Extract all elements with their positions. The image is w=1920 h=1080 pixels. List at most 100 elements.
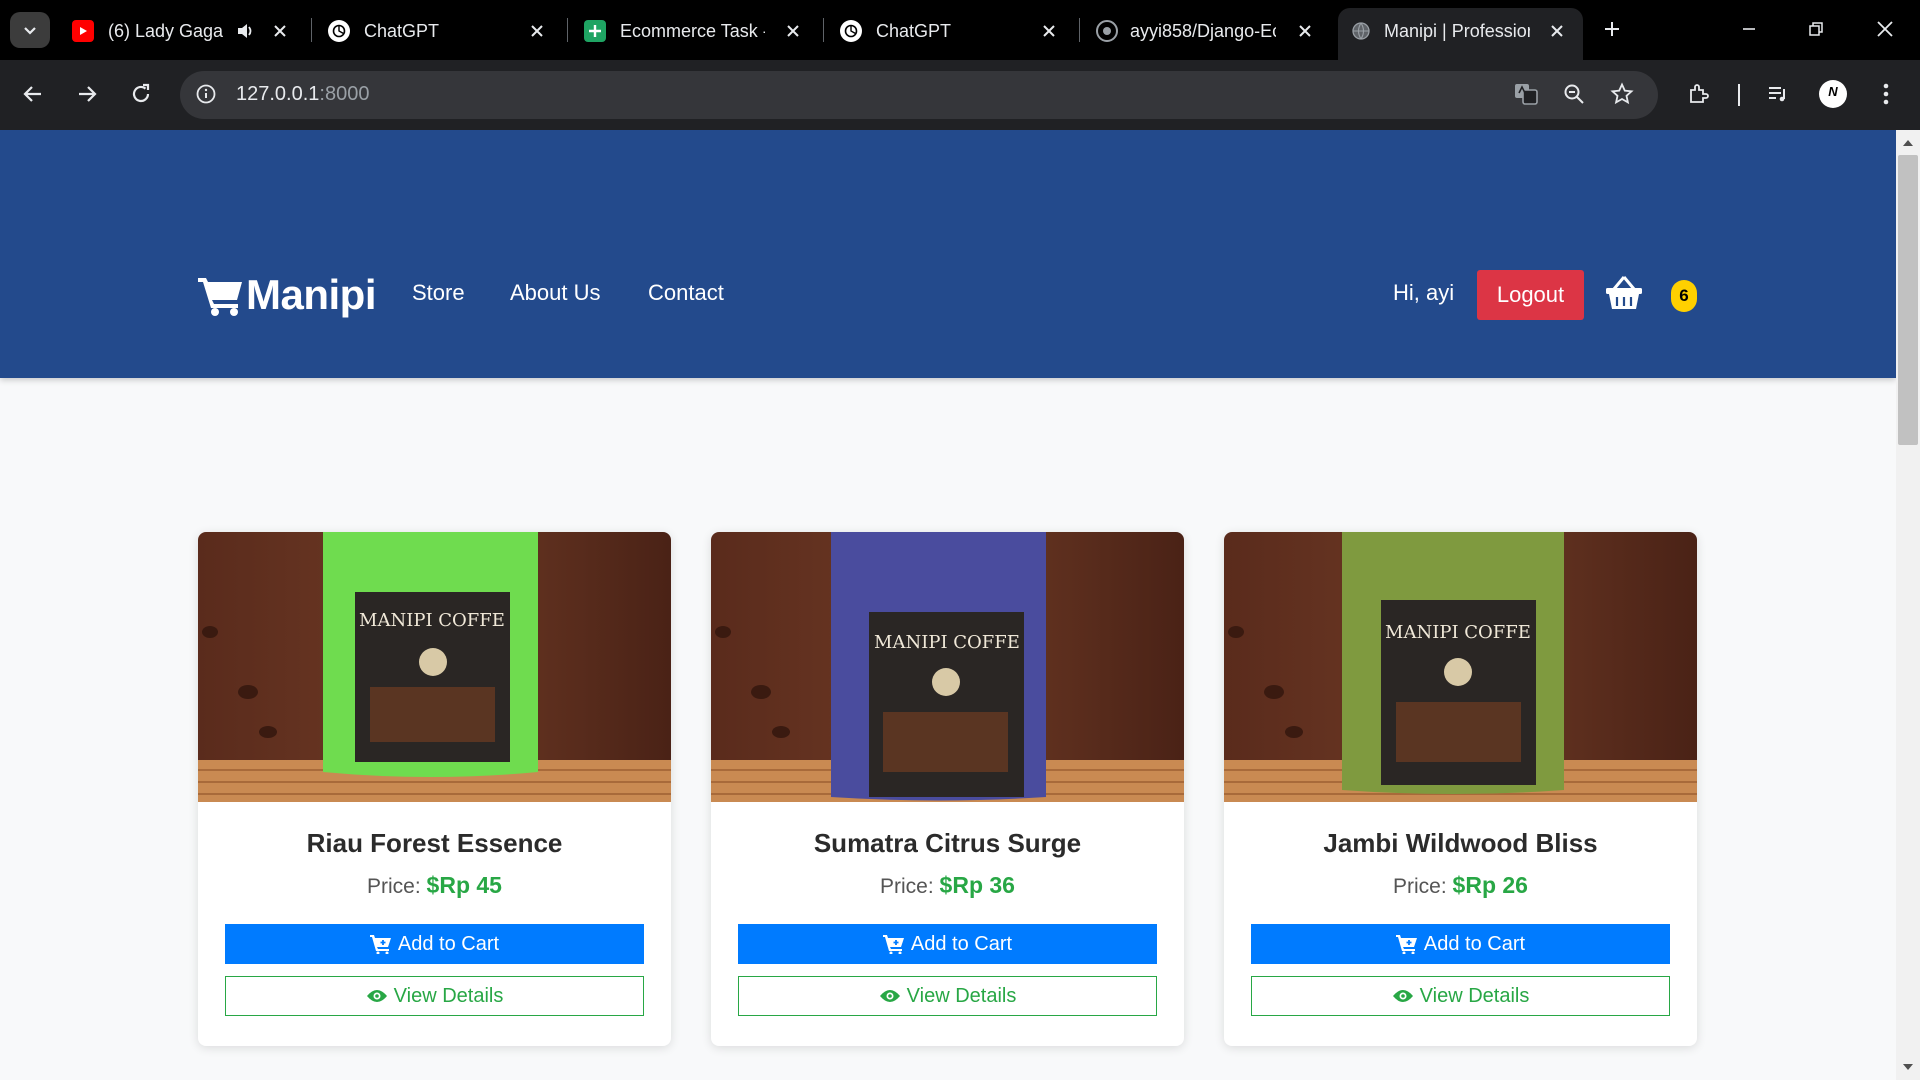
price-label: Price:: [1393, 875, 1447, 898]
price-amount: $Rp 45: [426, 872, 502, 898]
nav-store[interactable]: Store: [412, 280, 465, 306]
site-logo[interactable]: Manipi: [198, 270, 377, 320]
cart-plus-icon: [369, 935, 391, 954]
tab-search-button[interactable]: [10, 12, 50, 48]
button-label: View Details: [393, 984, 504, 1007]
logout-button[interactable]: Logout: [1477, 270, 1584, 320]
translate-icon[interactable]: [1510, 78, 1542, 110]
product-image[interactable]: MANIPI COFFE: [711, 532, 1184, 802]
close-icon: [1877, 21, 1893, 37]
button-label: Add to Cart: [397, 932, 500, 955]
basket-icon[interactable]: [1605, 275, 1643, 311]
restore-icon: [1809, 22, 1823, 36]
back-button[interactable]: [17, 78, 49, 110]
user-greeting: Hi, ayi: [1393, 280, 1455, 305]
reload-icon: [132, 83, 150, 103]
tab-github[interactable]: ayyi858/Django-Ec: [1086, 10, 1331, 52]
view-details-button[interactable]: View Details: [1251, 976, 1670, 1016]
menu-button[interactable]: [1870, 78, 1902, 110]
add-to-cart-button[interactable]: Add to Cart: [225, 924, 644, 964]
add-to-cart-button[interactable]: Add to Cart: [738, 924, 1157, 964]
tab-separator: [1079, 18, 1080, 42]
close-icon[interactable]: [1292, 18, 1318, 44]
tab-title: ChatGPT: [364, 21, 440, 41]
speaker-icon[interactable]: [234, 20, 256, 42]
button-label: Add to Cart: [1423, 932, 1526, 955]
tab-ecommerce-task[interactable]: Ecommerce Task -: [574, 10, 819, 52]
more-vert-icon: [1883, 83, 1889, 105]
view-details-button[interactable]: View Details: [225, 976, 644, 1016]
product-price: Price: $Rp 26: [1224, 872, 1697, 899]
browser-tab-bar: (6) Lady Gaga, ChatGPT Ecommerce Task -: [0, 0, 1920, 60]
url-host: 127.0.0.1: [236, 83, 320, 105]
scrollbar-thumb[interactable]: [1898, 155, 1918, 445]
price-label: Price:: [367, 875, 421, 898]
nav-about-us[interactable]: About Us: [510, 280, 601, 306]
profile-avatar[interactable]: N: [1817, 78, 1849, 110]
price-amount: $Rp 26: [1452, 872, 1528, 898]
page-viewport: Manipi Store About Us Contact Hi, ayi Lo…: [0, 130, 1896, 1080]
zoom-icon[interactable]: [1558, 78, 1590, 110]
tab-separator: [823, 18, 824, 42]
new-tab-button[interactable]: [1597, 14, 1627, 44]
bag-label: MANIPI COFFE: [359, 610, 505, 631]
tab-title: (6) Lady Gaga,: [108, 21, 224, 41]
scroll-up-arrow-icon[interactable]: [1900, 136, 1916, 150]
eye-icon: [1392, 990, 1413, 1002]
extensions-icon[interactable]: [1683, 78, 1715, 110]
button-label: View Details: [906, 984, 1017, 1007]
chatgpt-icon: [840, 20, 862, 42]
view-details-button[interactable]: View Details: [738, 976, 1157, 1016]
toolbar-divider: [1738, 84, 1740, 106]
scroll-down-arrow-icon[interactable]: [1900, 1060, 1916, 1074]
tab-manipi-active[interactable]: Manipi | Profession: [1338, 8, 1583, 60]
tab-separator: [567, 18, 568, 42]
button-label: Add to Cart: [910, 932, 1013, 955]
address-bar[interactable]: [180, 71, 1658, 119]
github-icon: [1096, 20, 1118, 42]
tab-chatgpt-1[interactable]: ChatGPT: [318, 10, 563, 52]
tab-title: ayyi858/Django-Ec: [1130, 21, 1276, 41]
product-card: MANIPI COFFE Sumatra Citrus Surge Price:…: [711, 532, 1184, 1046]
tab-chatgpt-2[interactable]: ChatGPT: [830, 10, 1075, 52]
tab-title: Manipi | Profession: [1384, 21, 1530, 41]
bag-label: MANIPI COFFE: [1385, 622, 1531, 643]
cart-count-badge: 6: [1671, 280, 1697, 312]
restore-button[interactable]: [1801, 14, 1831, 44]
eye-icon: [366, 990, 387, 1002]
window-close-button[interactable]: [1870, 14, 1900, 44]
tab-title: Ecommerce Task -: [620, 21, 765, 41]
product-name: Riau Forest Essence: [306, 828, 563, 858]
arrow-left-icon: [23, 86, 41, 102]
arrow-right-icon: [79, 86, 97, 102]
cart-plus-icon: [882, 935, 904, 954]
price-label: Price:: [880, 875, 934, 898]
bookmark-star-icon[interactable]: [1606, 78, 1638, 110]
bag-label: MANIPI COFFE: [874, 632, 1020, 653]
reload-button[interactable]: [125, 78, 157, 110]
product-name: Jambi Wildwood Bliss: [1323, 828, 1598, 858]
chevron-down-icon: [24, 27, 36, 35]
product-price: Price: $Rp 36: [711, 872, 1184, 899]
nav-contact[interactable]: Contact: [648, 280, 724, 306]
close-icon[interactable]: [267, 18, 293, 44]
minimize-icon: [1743, 28, 1755, 30]
tab-youtube[interactable]: (6) Lady Gaga,: [62, 10, 302, 52]
close-icon[interactable]: [1036, 18, 1062, 44]
product-image[interactable]: MANIPI COFFE: [1224, 532, 1697, 802]
forward-button[interactable]: [71, 78, 103, 110]
cart-plus-icon: [1395, 935, 1417, 954]
media-controls-icon[interactable]: [1762, 78, 1794, 110]
add-to-cart-button[interactable]: Add to Cart: [1251, 924, 1670, 964]
close-icon[interactable]: [780, 18, 806, 44]
tab-separator: [311, 18, 312, 42]
site-info-icon[interactable]: [190, 78, 222, 110]
tab-title: ChatGPT: [876, 21, 952, 41]
close-icon[interactable]: [1544, 18, 1570, 44]
avatar-letter: N: [1828, 84, 1838, 99]
eye-icon: [879, 990, 900, 1002]
product-image[interactable]: MANIPI COFFE: [198, 532, 671, 802]
close-icon[interactable]: [524, 18, 550, 44]
minimize-button[interactable]: [1734, 14, 1764, 44]
globe-icon: [1350, 20, 1372, 42]
